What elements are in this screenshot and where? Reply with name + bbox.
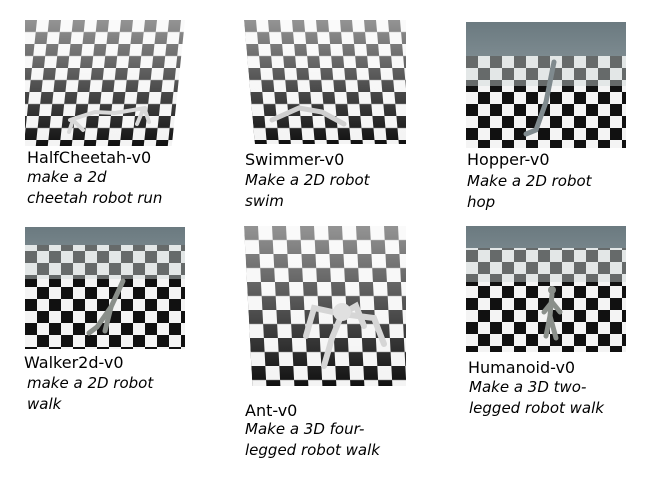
env-thumbnail <box>25 20 185 146</box>
env-name: Swimmer-v0 <box>245 150 345 169</box>
env-desc-line2: cheetah robot run <box>27 189 163 207</box>
env-thumbnail <box>25 227 185 349</box>
env-thumbnail <box>244 226 406 386</box>
env-desc-line1: Make a 2D robot <box>245 171 370 189</box>
env-thumbnail <box>466 226 626 352</box>
env-desc-line2: hop <box>467 193 496 211</box>
env-desc-line2: legged robot walk <box>469 399 604 417</box>
env-thumbnail <box>466 22 626 148</box>
env-desc-line1: make a 2D robot <box>27 374 154 392</box>
env-desc-line1: Make a 3D four- <box>245 420 365 438</box>
env-desc-line1: Make a 2D robot <box>467 172 592 190</box>
env-name: HalfCheetah-v0 <box>27 148 152 167</box>
env-desc-line1: make a 2d <box>27 168 107 186</box>
env-name: Ant-v0 <box>245 401 298 420</box>
env-thumbnail <box>244 20 406 144</box>
env-desc-line1: Make a 3D two- <box>469 378 587 396</box>
env-desc-line2: legged robot walk <box>245 441 380 459</box>
env-desc-line2: walk <box>27 395 62 413</box>
env-name: Hopper-v0 <box>467 150 550 169</box>
env-name: Humanoid-v0 <box>468 358 576 377</box>
env-desc-line2: swim <box>245 192 284 210</box>
env-name: Walker2d-v0 <box>24 353 124 372</box>
